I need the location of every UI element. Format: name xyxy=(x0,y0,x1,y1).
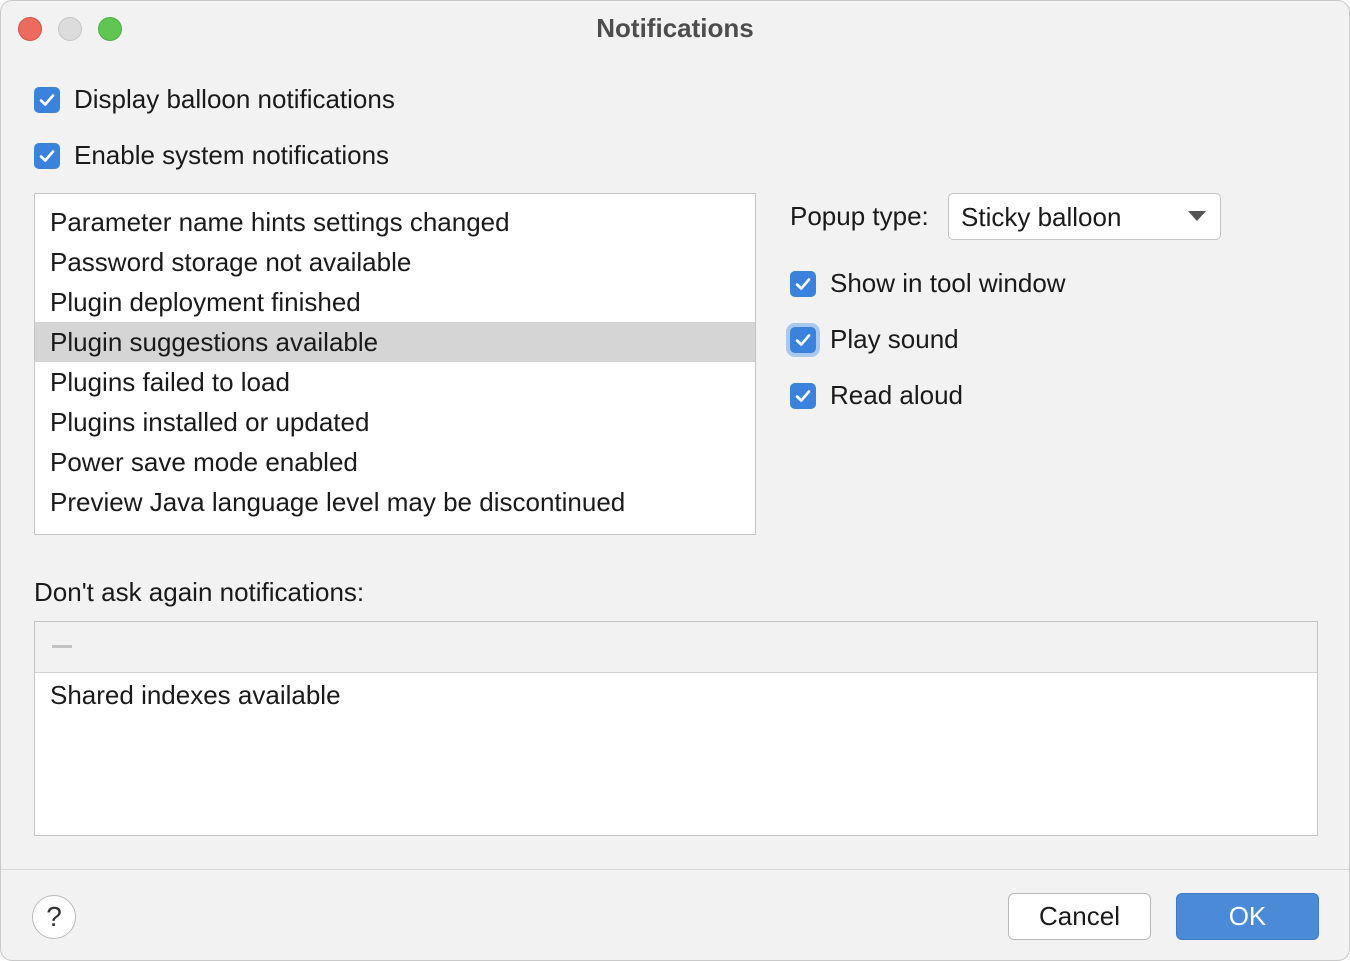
window-title: Notifications xyxy=(596,13,754,43)
read-aloud-option[interactable]: Read aloud xyxy=(790,380,963,411)
dont-ask-again-toolbar xyxy=(35,622,1317,673)
popup-type-select[interactable]: Sticky balloon xyxy=(948,193,1221,240)
list-item[interactable]: Preview Java language level may be disco… xyxy=(35,482,755,522)
display-balloon-label: Display balloon notifications xyxy=(74,84,395,114)
help-button[interactable]: ? xyxy=(32,895,76,939)
display-balloon-option[interactable]: Display balloon notifications xyxy=(34,84,395,115)
popup-type-value: Sticky balloon xyxy=(961,202,1122,232)
play-sound-option[interactable]: Play sound xyxy=(790,324,959,355)
enable-system-checkbox[interactable] xyxy=(34,142,60,169)
popup-type-label: Popup type: xyxy=(790,201,929,231)
read-aloud-label: Read aloud xyxy=(830,380,963,410)
checkmark-icon xyxy=(795,333,811,346)
ok-button[interactable]: OK xyxy=(1176,893,1319,940)
dont-ask-again-label: Don't ask again notifications: xyxy=(34,577,365,607)
list-item[interactable]: Password storage not available xyxy=(35,242,755,282)
dont-ask-again-list: Shared indexes available xyxy=(34,621,1318,836)
cancel-button[interactable]: Cancel xyxy=(1008,893,1151,940)
list-item[interactable]: Parameter name hints settings changed xyxy=(35,202,755,242)
enable-system-label: Enable system notifications xyxy=(74,140,390,170)
notification-groups-list[interactable]: Parameter name hints settings changed Pa… xyxy=(34,193,756,535)
checkmark-icon xyxy=(795,389,811,402)
remove-minus-icon[interactable] xyxy=(52,645,72,648)
list-item[interactable]: Shared indexes available xyxy=(35,673,1317,717)
footer-divider xyxy=(1,869,1349,870)
list-item[interactable]: Plugin deployment finished xyxy=(35,282,755,322)
display-balloon-checkbox[interactable] xyxy=(34,86,60,113)
play-sound-label: Play sound xyxy=(830,324,959,354)
show-in-tool-window-label: Show in tool window xyxy=(830,268,1066,298)
enable-system-option[interactable]: Enable system notifications xyxy=(34,140,389,171)
checkmark-icon xyxy=(39,149,55,162)
show-in-tool-window-checkbox[interactable] xyxy=(790,270,816,297)
notifications-dialog: Notifications Display balloon notificati… xyxy=(0,0,1350,961)
read-aloud-checkbox[interactable] xyxy=(790,382,816,409)
list-item[interactable]: Plugins installed or updated xyxy=(35,402,755,442)
chevron-down-icon xyxy=(1188,211,1206,221)
list-item-selected[interactable]: Plugin suggestions available xyxy=(35,322,755,362)
play-sound-checkbox[interactable] xyxy=(790,326,816,353)
list-item[interactable]: Plugins failed to load xyxy=(35,362,755,402)
show-in-tool-window-option[interactable]: Show in tool window xyxy=(790,268,1066,299)
checkmark-icon xyxy=(795,277,811,290)
list-item[interactable]: Power save mode enabled xyxy=(35,442,755,482)
title-bar: Notifications xyxy=(1,1,1349,55)
checkmark-icon xyxy=(39,93,55,106)
